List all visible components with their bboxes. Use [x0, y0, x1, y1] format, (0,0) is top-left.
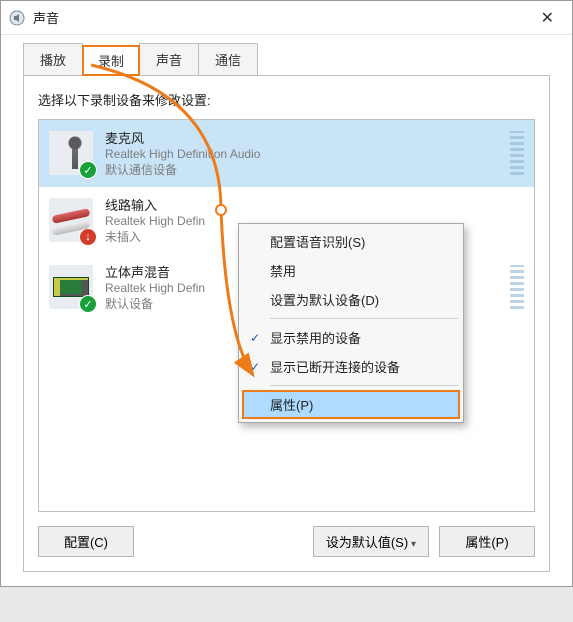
status-badge-default: ✓	[79, 295, 97, 313]
titlebar: 声音 ✕	[1, 1, 572, 35]
device-row-microphone[interactable]: ✓ 麦克风 Realtek High Definition Audio 默认通信…	[39, 120, 534, 187]
sound-icon	[9, 10, 25, 26]
tab-sounds[interactable]: 声音	[139, 43, 199, 75]
menu-separator	[270, 318, 458, 319]
menu-show-disconnected[interactable]: ✓ 显示已断开连接的设备	[242, 352, 460, 381]
microphone-icon: ✓	[49, 131, 93, 175]
menu-set-default[interactable]: 设置为默认设备(D)	[242, 285, 460, 314]
instruction-text: 选择以下录制设备来修改设置:	[38, 90, 535, 109]
tab-playback[interactable]: 播放	[23, 43, 83, 75]
device-name: 麦克风	[105, 128, 498, 147]
device-desc: Realtek High Definition Audio	[105, 147, 498, 161]
context-menu: 配置语音识别(S) 禁用 设置为默认设备(D) ✓ 显示禁用的设备 ✓ 显示已断…	[238, 223, 464, 423]
level-meter	[510, 131, 524, 175]
sound-dialog: 声音 ✕ 播放 录制 声音 通信 选择以下录制设备来修改设置: ✓ 麦克风 Re…	[0, 0, 573, 587]
menu-show-disabled[interactable]: ✓ 显示禁用的设备	[242, 323, 460, 352]
check-icon: ✓	[248, 360, 262, 374]
stereomix-icon: ✓	[49, 265, 93, 309]
window-title: 声音	[33, 8, 531, 27]
status-badge-unplugged: ↓	[79, 228, 97, 246]
status-badge-default: ✓	[79, 161, 97, 179]
menu-properties[interactable]: 属性(P)	[242, 390, 460, 419]
tab-recording[interactable]: 录制	[82, 45, 140, 76]
set-default-button[interactable]: 设为默认值(S)	[313, 526, 429, 557]
linein-icon: ↓	[49, 198, 93, 242]
level-meter	[510, 265, 524, 309]
close-button[interactable]: ✕	[531, 4, 564, 32]
configure-button[interactable]: 配置(C)	[38, 526, 134, 557]
menu-configure-speech[interactable]: 配置语音识别(S)	[242, 227, 460, 256]
menu-separator	[270, 385, 458, 386]
device-status: 默认通信设备	[105, 161, 498, 178]
menu-disable[interactable]: 禁用	[242, 256, 460, 285]
device-name: 线路输入	[105, 195, 524, 214]
dialog-footer: 配置(C) 设为默认值(S) 属性(P)	[38, 526, 535, 557]
tab-communications[interactable]: 通信	[198, 43, 258, 75]
tab-strip: 播放 录制 声音 通信	[23, 43, 550, 75]
properties-button[interactable]: 属性(P)	[439, 526, 535, 557]
check-icon: ✓	[248, 331, 262, 345]
